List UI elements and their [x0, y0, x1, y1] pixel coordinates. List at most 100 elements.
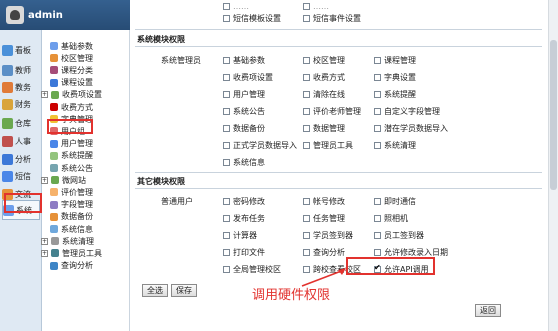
permission-checkbox[interactable]: 系统信息	[223, 157, 265, 168]
checkbox[interactable]	[223, 266, 230, 273]
tree-item[interactable]: 系统信息	[50, 223, 93, 235]
checkbox[interactable]	[223, 232, 230, 239]
checkbox[interactable]	[303, 3, 310, 10]
checkbox[interactable]	[223, 3, 230, 10]
tree-item[interactable]: + 微网站	[41, 174, 86, 186]
checkbox-sms-event[interactable]: 短信事件设置	[303, 13, 361, 24]
permission-checkbox[interactable]: 即时通信	[374, 196, 416, 207]
checkbox[interactable]	[303, 249, 310, 256]
permission-checkbox[interactable]: 发布任务	[223, 213, 265, 224]
permission-checkbox[interactable]: 校区管理	[303, 55, 345, 66]
tree-item[interactable]: 系统提醒	[50, 150, 93, 162]
checkbox[interactable]	[303, 232, 310, 239]
checkbox[interactable]	[223, 15, 230, 22]
tree-item[interactable]: 收费方式	[50, 101, 93, 113]
expand-icon[interactable]: +	[41, 237, 48, 245]
back-button[interactable]: 返回	[475, 304, 501, 317]
permission-checkbox[interactable]: 帐号修改	[303, 196, 345, 207]
permission-checkbox[interactable]: 管理员工具	[303, 140, 353, 151]
checkbox-partial-top-2[interactable]: ……	[303, 2, 329, 11]
permission-checkbox[interactable]: 数据备份	[223, 123, 265, 134]
module-tab-7[interactable]: 短信	[2, 166, 40, 186]
checkbox[interactable]	[303, 198, 310, 205]
checkbox[interactable]	[374, 215, 381, 222]
checkbox[interactable]	[223, 198, 230, 205]
checkbox[interactable]	[303, 91, 310, 98]
checkbox[interactable]	[374, 232, 381, 239]
tree-item[interactable]: 字段管理	[50, 199, 93, 211]
checkbox[interactable]	[303, 57, 310, 64]
permission-checkbox[interactable]: 潜在学员数据导入	[374, 123, 448, 134]
checkbox[interactable]	[223, 215, 230, 222]
tree-item[interactable]: 数据备份	[50, 211, 93, 223]
checkbox-sms-template[interactable]: 短信模板设置	[223, 13, 281, 24]
tree-item[interactable]: 课程分类	[50, 64, 93, 76]
expand-icon[interactable]: +	[41, 249, 48, 257]
tree-item[interactable]: 系统公告	[50, 162, 93, 174]
tree-item[interactable]: 查询分析	[50, 260, 93, 272]
module-tab-4[interactable]: 仓库	[2, 113, 40, 133]
module-tab-5[interactable]: 人事	[2, 131, 40, 151]
permission-checkbox[interactable]: 系统提醒	[374, 89, 416, 100]
checkbox[interactable]	[223, 142, 230, 149]
permission-checkbox[interactable]: 用户管理	[223, 89, 265, 100]
checkbox[interactable]	[223, 108, 230, 115]
scrollbar-thumb[interactable]	[550, 40, 557, 190]
permission-checkbox[interactable]: 基础参数	[223, 55, 265, 66]
checkbox[interactable]	[374, 142, 381, 149]
permission-checkbox[interactable]: 清除在线	[303, 89, 345, 100]
permission-checkbox[interactable]: 收费方式	[303, 72, 345, 83]
checkbox[interactable]	[374, 74, 381, 81]
tree-item[interactable]: + 收费项设置	[41, 89, 102, 101]
permission-checkbox[interactable]: 自定义字段管理	[374, 106, 440, 117]
permission-checkbox[interactable]: 照相机	[374, 213, 408, 224]
tree-item[interactable]: 评价管理	[50, 186, 93, 198]
module-tab-0[interactable]: 看板	[2, 40, 40, 60]
permission-checkbox[interactable]: 学员签到器	[303, 230, 353, 241]
permission-checkbox[interactable]: 员工签到器	[374, 230, 424, 241]
permission-checkbox[interactable]: 打印文件	[223, 247, 265, 258]
permission-checkbox[interactable]: 密码修改	[223, 196, 265, 207]
permission-checkbox[interactable]: 正式学员数据导入	[223, 140, 297, 151]
checkbox[interactable]	[374, 249, 381, 256]
select-all-button[interactable]: 全选	[142, 284, 168, 297]
permission-checkbox[interactable]: 任务管理	[303, 213, 345, 224]
checkbox[interactable]	[223, 159, 230, 166]
checkbox[interactable]	[223, 74, 230, 81]
checkbox[interactable]	[223, 125, 230, 132]
checkbox[interactable]	[303, 142, 310, 149]
checkbox[interactable]	[374, 125, 381, 132]
checkbox-partial-top-1[interactable]: ……	[223, 2, 249, 11]
checkbox[interactable]	[223, 249, 230, 256]
permission-checkbox[interactable]: 系统公告	[223, 106, 265, 117]
tree-item[interactable]: + 管理员工具	[41, 247, 102, 259]
checkbox[interactable]	[374, 91, 381, 98]
tree-item[interactable]: 用户管理	[50, 138, 93, 150]
checkbox[interactable]	[223, 57, 230, 64]
permission-checkbox[interactable]: 评价老师管理	[303, 106, 361, 117]
permission-checkbox[interactable]: 查询分析	[303, 247, 345, 258]
expand-icon[interactable]: +	[41, 91, 48, 99]
permission-checkbox[interactable]: 系统清理	[374, 140, 416, 151]
checkbox[interactable]	[223, 91, 230, 98]
expand-icon[interactable]: +	[41, 176, 48, 184]
tree-item[interactable]: 校区管理	[50, 52, 93, 64]
module-tab-3[interactable]: 财务	[2, 94, 40, 114]
checkbox[interactable]	[303, 15, 310, 22]
permission-checkbox[interactable]: 数据管理	[303, 123, 345, 134]
tree-item[interactable]: + 系统清理	[41, 235, 94, 247]
checkbox[interactable]	[303, 74, 310, 81]
permission-checkbox[interactable]: 全局管理校区	[223, 264, 281, 275]
tree-item[interactable]: 基础参数	[50, 40, 93, 52]
permission-checkbox[interactable]: 课程管理	[374, 55, 416, 66]
permission-checkbox[interactable]: 收费项设置	[223, 72, 273, 83]
checkbox[interactable]	[303, 108, 310, 115]
checkbox[interactable]	[374, 198, 381, 205]
tree-item[interactable]: 课程设置	[50, 77, 93, 89]
checkbox[interactable]	[374, 108, 381, 115]
permission-checkbox[interactable]: 计算器	[223, 230, 257, 241]
checkbox[interactable]	[303, 215, 310, 222]
permission-checkbox[interactable]: 字典设置	[374, 72, 416, 83]
checkbox[interactable]	[374, 57, 381, 64]
scrollbar[interactable]	[548, 0, 558, 331]
